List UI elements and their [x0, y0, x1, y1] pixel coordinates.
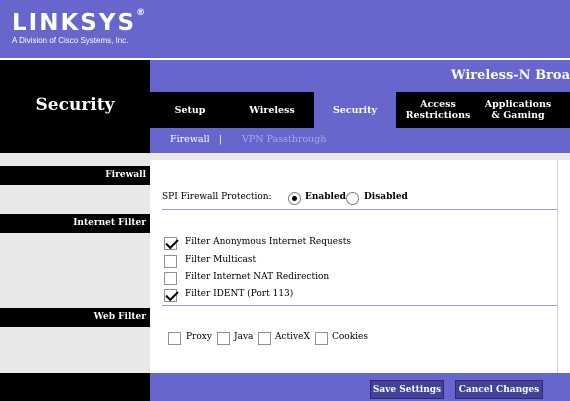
filter-ident-label: Filter IDENT (Port 113) — [185, 289, 294, 299]
content-top-strip — [150, 153, 570, 160]
web-filter-java-checkbox[interactable] — [217, 332, 230, 345]
filter-multicast-checkbox[interactable] — [164, 255, 177, 268]
divider — [162, 305, 557, 306]
linksys-logo: LINKSYS® — [12, 8, 148, 36]
filter-multicast-label: Filter Multicast — [185, 255, 257, 265]
section-label-firewall: Firewall — [0, 166, 150, 185]
right-margin-column — [557, 160, 570, 373]
page-title: Security — [35, 95, 115, 115]
product-name: Wireless-N Broa — [450, 68, 570, 83]
spi-enabled-radio[interactable] — [288, 192, 301, 205]
footer-left — [0, 373, 150, 401]
tab-access-restrictions[interactable]: Access Restrictions — [396, 92, 480, 128]
save-settings-button[interactable]: Save Settings — [370, 380, 444, 399]
web-filter-proxy-checkbox[interactable] — [168, 332, 181, 345]
filter-nat-redirection-checkbox[interactable] — [164, 272, 177, 285]
spi-disabled-label: Disabled — [364, 192, 408, 202]
section-label-web-filter: Web Filter — [0, 308, 150, 327]
sub-tab-bar — [150, 128, 570, 153]
tab-setup[interactable]: Setup — [150, 92, 230, 128]
left-label-column — [0, 153, 150, 373]
subtab-separator: | — [219, 134, 223, 145]
tab-applications-gaming[interactable]: Applications & Gaming — [480, 92, 556, 128]
web-filter-java-label: Java — [234, 332, 254, 342]
registered-mark: ® — [136, 8, 148, 18]
spi-enabled-label: Enabled — [305, 192, 346, 202]
filter-anonymous-checkbox[interactable] — [164, 237, 177, 250]
section-label-internet-filter: Internet Filter — [0, 214, 150, 233]
logo-text: LINKSYS — [12, 10, 137, 36]
filter-nat-redirection-label: Filter Internet NAT Redirection — [185, 272, 330, 282]
spi-disabled-radio[interactable] — [346, 192, 359, 205]
filter-ident-checkbox[interactable] — [164, 289, 177, 302]
divider — [162, 209, 557, 210]
web-filter-activex-checkbox[interactable] — [258, 332, 271, 345]
spi-firewall-label: SPI Firewall Protection: — [162, 192, 272, 202]
web-filter-proxy-label: Proxy — [186, 332, 212, 342]
web-filter-activex-label: ActiveX — [275, 332, 310, 342]
subtab-vpn-passthrough[interactable]: VPN Passthrough — [242, 134, 326, 145]
logo-tagline: A Division of Cisco Systems, Inc. — [12, 36, 129, 45]
subtab-firewall[interactable]: Firewall — [170, 134, 210, 145]
tab-security[interactable]: Security — [314, 92, 396, 128]
filter-anonymous-label: Filter Anonymous Internet Requests — [185, 237, 351, 247]
web-filter-cookies-checkbox[interactable] — [315, 332, 328, 345]
web-filter-cookies-label: Cookies — [332, 332, 368, 342]
cancel-changes-button[interactable]: Cancel Changes — [455, 380, 543, 399]
tab-wireless[interactable]: Wireless — [230, 92, 314, 128]
